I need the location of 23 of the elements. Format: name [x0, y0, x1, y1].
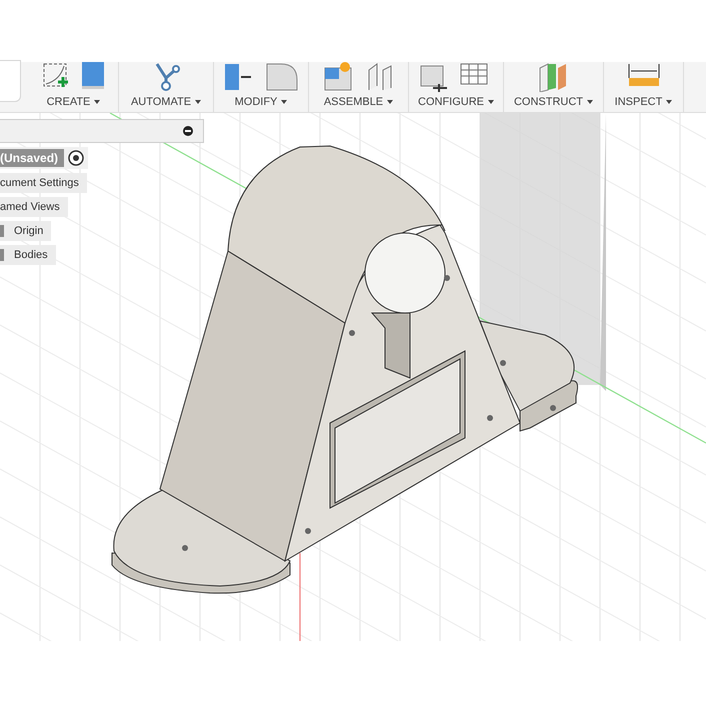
caret-icon: [587, 100, 594, 104]
caret-icon: [281, 100, 288, 104]
folder-icon: [0, 249, 4, 261]
toolbar-group-button[interactable]: CONFIGURE: [409, 62, 504, 112]
toolbar-group-button[interactable]: MODIFY: [214, 62, 309, 112]
radio-icon[interactable]: [68, 150, 84, 166]
press-and-fillet-icon[interactable]: [223, 62, 299, 92]
caret-icon: [195, 100, 202, 104]
collapse-icon[interactable]: [183, 126, 193, 136]
toolbar-group-button[interactable]: INSPECT: [604, 62, 684, 112]
caret-icon: [666, 100, 672, 104]
toolbar-group-button[interactable]: AUTOMATE: [119, 62, 214, 112]
folder-icon: [0, 225, 4, 237]
browser-item[interactable]: Origin: [0, 221, 52, 241]
browser-item[interactable]: Bodies: [0, 245, 56, 265]
browser-item[interactable]: cument Settings: [0, 173, 87, 193]
caret-icon: [387, 100, 394, 104]
toolbar-group-button[interactable]: CONSTRUCT: [504, 62, 604, 112]
toolbar-group-button[interactable]: CREATE: [29, 62, 119, 112]
browser-item[interactable]: amed Views: [0, 197, 68, 217]
toolbar-group-button[interactable]: ASSEMBLE: [309, 62, 409, 112]
caret-icon: [94, 100, 100, 104]
caret-icon: [488, 100, 494, 104]
